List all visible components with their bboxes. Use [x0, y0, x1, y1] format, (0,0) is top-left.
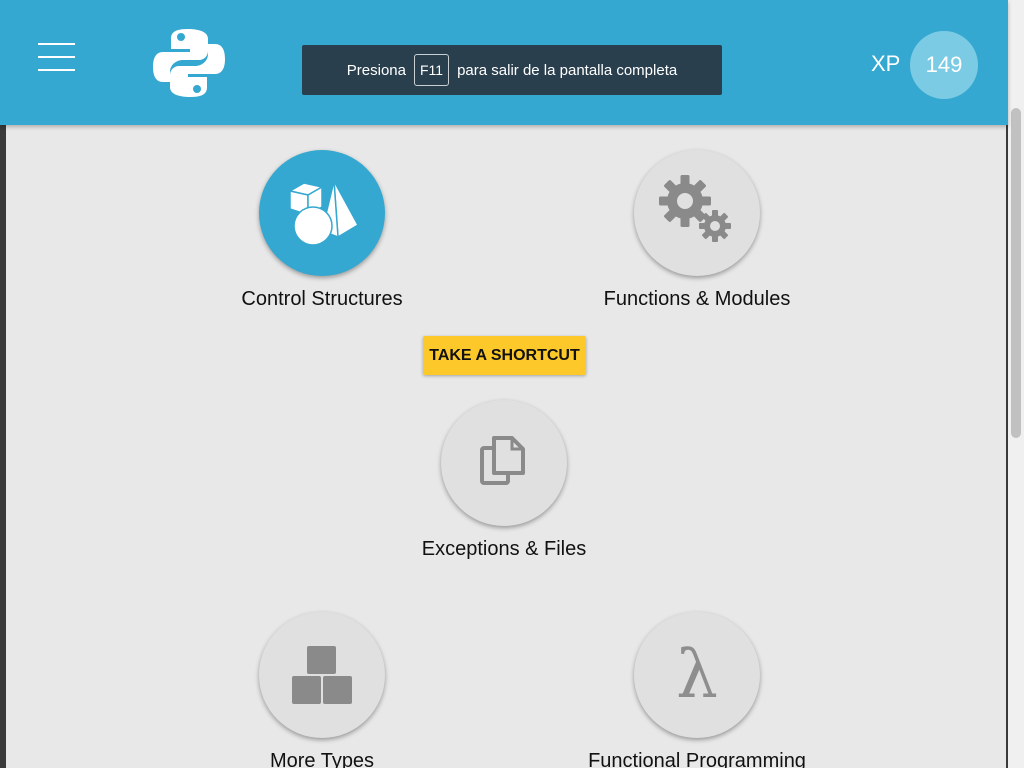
app-header: Presiona F11 para salir de la pantalla c… — [0, 0, 1008, 125]
topic-label: Functional Programming — [588, 750, 806, 768]
topic-functions-modules[interactable]: Functions & Modules — [547, 150, 847, 311]
shapes-icon — [287, 180, 360, 246]
fullscreen-notice-prefix: Presiona — [346, 61, 406, 79]
topic-circle[interactable] — [259, 612, 385, 738]
topic-label: More Types — [269, 750, 375, 768]
take-shortcut-button[interactable]: TAKE A SHORTCUT — [423, 336, 586, 375]
topic-label: Functions & Modules — [603, 288, 791, 310]
topic-circle[interactable] — [259, 150, 385, 276]
fullscreen-notice-suffix: para salir de la pantalla completa — [457, 61, 678, 79]
f11-key: F11 — [413, 54, 450, 86]
files-icon — [480, 436, 525, 485]
topic-circle[interactable] — [634, 150, 760, 276]
scrollbar-thumb[interactable] — [1011, 108, 1021, 438]
python-logo-icon — [153, 29, 225, 97]
boxes-icon — [292, 646, 352, 704]
topic-control-structures[interactable]: Control Structures — [172, 150, 472, 311]
fullscreen-notice: Presiona F11 para salir de la pantalla c… — [302, 45, 722, 95]
xp-label: XP — [871, 51, 901, 76]
hamburger-menu-icon[interactable] — [38, 43, 75, 73]
gears-icon — [659, 175, 731, 242]
topic-label: Control Structures — [241, 288, 403, 310]
topic-more-types[interactable]: More Types — [172, 612, 472, 768]
topic-functional-programming[interactable]: λ Functional Programming — [547, 612, 847, 768]
xp-badge[interactable]: 149 — [910, 31, 978, 99]
topic-circle[interactable] — [441, 400, 567, 526]
vertical-scrollbar[interactable] — [1008, 0, 1024, 768]
topic-circle[interactable]: λ — [634, 612, 760, 738]
topic-exceptions-files[interactable]: Exceptions & Files — [354, 400, 654, 561]
topic-label: Exceptions & Files — [421, 538, 587, 560]
lambda-icon: λ — [676, 636, 718, 713]
